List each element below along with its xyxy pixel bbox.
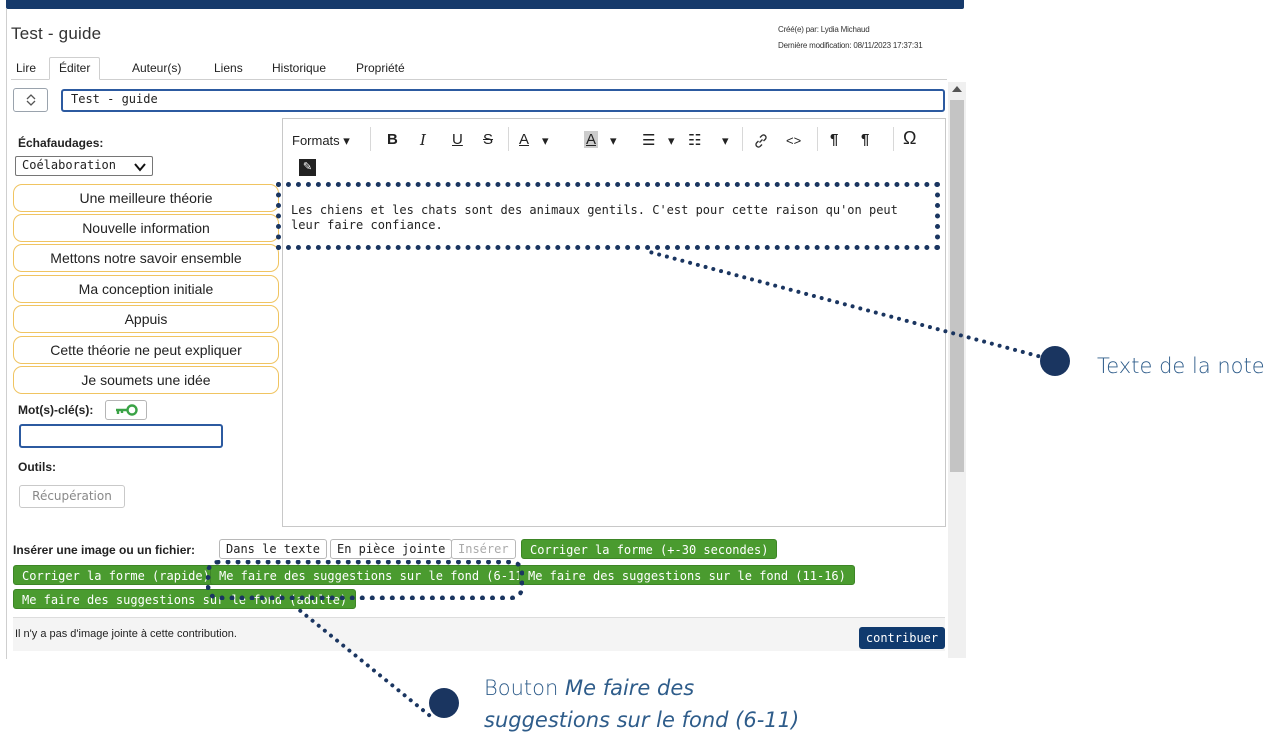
correct-form-30-button[interactable]: Corriger la forme (+-30 secondes) bbox=[521, 539, 778, 559]
tools-label: Outils: bbox=[18, 460, 56, 474]
bullet-list-chevron-icon[interactable]: ▾ bbox=[668, 133, 675, 149]
button-annotation-dot bbox=[429, 688, 459, 718]
tab-history[interactable]: Historique bbox=[270, 61, 328, 75]
created-by: Créé(e) par: Lydia Michaud bbox=[778, 25, 870, 34]
key-icon bbox=[116, 404, 138, 416]
correct-form-fast-button[interactable]: Corriger la forme (rapide) bbox=[13, 565, 219, 585]
strikethrough-button[interactable]: S bbox=[483, 131, 493, 148]
keyword-button[interactable] bbox=[105, 400, 147, 420]
scaffold-button[interactable]: Ma conception initiale bbox=[13, 275, 279, 303]
numbered-list-chevron-icon[interactable]: ▾ bbox=[722, 133, 729, 149]
text-color-button[interactable]: A bbox=[519, 131, 529, 148]
keywords-label: Mot(s)-clé(s): bbox=[18, 403, 94, 417]
pen-icon[interactable]: ✎ bbox=[299, 159, 316, 176]
note-annotation-dot bbox=[1040, 346, 1070, 376]
window-top-bar bbox=[6, 0, 964, 9]
special-char-icon[interactable]: Ω bbox=[903, 128, 916, 149]
bg-color-button[interactable]: A bbox=[584, 131, 599, 148]
code-icon[interactable]: <> bbox=[786, 133, 801, 148]
attachment-button[interactable]: En pièce jointe bbox=[330, 539, 453, 559]
tab-read[interactable]: Lire bbox=[14, 61, 38, 75]
scaffold-select-value: Coélaboration bbox=[22, 158, 116, 172]
numbered-list-icon[interactable]: ☷ bbox=[688, 131, 701, 149]
recovery-button[interactable]: Récupération bbox=[19, 485, 125, 508]
scaffold-button[interactable]: Cette théorie ne peut expliquer bbox=[13, 336, 279, 364]
chevron-down-icon bbox=[134, 163, 146, 172]
scaffold-button[interactable]: Je soumets une idée bbox=[13, 366, 279, 394]
link-icon[interactable] bbox=[753, 133, 769, 149]
ltr-paragraph-icon[interactable]: ¶ bbox=[830, 131, 838, 148]
scroll-up-icon[interactable] bbox=[952, 86, 962, 92]
scaffold-button[interactable]: Une meilleure théorie bbox=[13, 184, 279, 212]
contribute-button[interactable]: contribuer bbox=[859, 627, 945, 649]
italic-button[interactable]: I bbox=[420, 131, 426, 149]
tab-edit[interactable]: Éditer bbox=[49, 57, 101, 80]
scroll-thumb[interactable] bbox=[950, 100, 964, 472]
underline-button[interactable]: U bbox=[452, 131, 463, 148]
toolbar-separator bbox=[508, 127, 509, 151]
scaffold-select[interactable]: Coélaboration bbox=[15, 156, 153, 176]
toolbar-separator bbox=[817, 127, 818, 151]
insert-button[interactable]: Insérer bbox=[451, 539, 516, 559]
button-annotation-label: Bouton Me faire des suggestions sur le f… bbox=[484, 672, 799, 732]
scaffolds-label: Échafaudages: bbox=[18, 136, 104, 150]
button-annotation-italic-2: suggestions sur le fond (6-11) bbox=[484, 708, 800, 732]
page-title: Test - guide bbox=[11, 24, 102, 43]
keyword-input[interactable] bbox=[19, 424, 223, 448]
scaffold-button[interactable]: Appuis bbox=[13, 305, 279, 333]
formats-dropdown[interactable]: Formats ▾ bbox=[292, 133, 350, 149]
note-meta: Créé(e) par: Lydia Michaud Dernière modi… bbox=[778, 22, 923, 54]
suggest-11-16-button[interactable]: Me faire des suggestions sur le fond (11… bbox=[519, 565, 855, 585]
rtl-paragraph-icon[interactable]: ¶ bbox=[861, 131, 869, 148]
bold-button[interactable]: B bbox=[387, 131, 398, 148]
insert-label: Insérer une image ou un fichier: bbox=[13, 543, 196, 557]
rich-text-editor: Formats ▾ B I U S A ▾ A ▾ ☰ ▾ ☷ ▾ <> ¶ ¶… bbox=[282, 118, 946, 527]
in-text-button[interactable]: Dans le texte bbox=[219, 539, 327, 559]
scrollbar[interactable] bbox=[948, 82, 966, 658]
note-annotation-label: Texte de la note bbox=[1097, 354, 1265, 378]
updown-icon bbox=[26, 94, 35, 106]
note-text-highlight bbox=[276, 182, 940, 250]
scaffold-button[interactable]: Mettons notre savoir ensemble bbox=[13, 244, 279, 272]
tab-properties[interactable]: Propriété bbox=[354, 61, 407, 75]
button-annotation-italic-1: Me faire des bbox=[564, 676, 695, 700]
bg-color-chevron-icon[interactable]: ▾ bbox=[610, 133, 617, 149]
title-input[interactable]: Test - guide bbox=[61, 89, 945, 112]
toolbar-separator bbox=[370, 127, 371, 151]
tab-bar: Lire Éditer Auteur(s) Liens Historique P… bbox=[11, 57, 947, 80]
toolbar-separator bbox=[893, 127, 894, 151]
footer-bar: Il n'y a pas d'image jointe à cette cont… bbox=[13, 617, 945, 651]
tab-links[interactable]: Liens bbox=[212, 61, 245, 75]
editor-toolbar: Formats ▾ B I U S A ▾ A ▾ ☰ ▾ ☷ ▾ <> ¶ ¶… bbox=[283, 119, 945, 185]
scaffold-button[interactable]: Nouvelle information bbox=[13, 214, 279, 242]
text-color-chevron-icon[interactable]: ▾ bbox=[542, 133, 549, 149]
suggest-button-highlight bbox=[206, 560, 524, 600]
tab-authors[interactable]: Auteur(s) bbox=[130, 61, 183, 75]
bullet-list-icon[interactable]: ☰ bbox=[642, 131, 655, 149]
sort-updown-button[interactable] bbox=[13, 88, 48, 112]
no-image-message: Il n'y a pas d'image jointe à cette cont… bbox=[15, 628, 237, 640]
last-modified: Dernière modification: 08/11/2023 17:37:… bbox=[778, 41, 923, 50]
toolbar-separator bbox=[742, 127, 743, 151]
button-annotation-prefix: Bouton bbox=[484, 676, 565, 700]
